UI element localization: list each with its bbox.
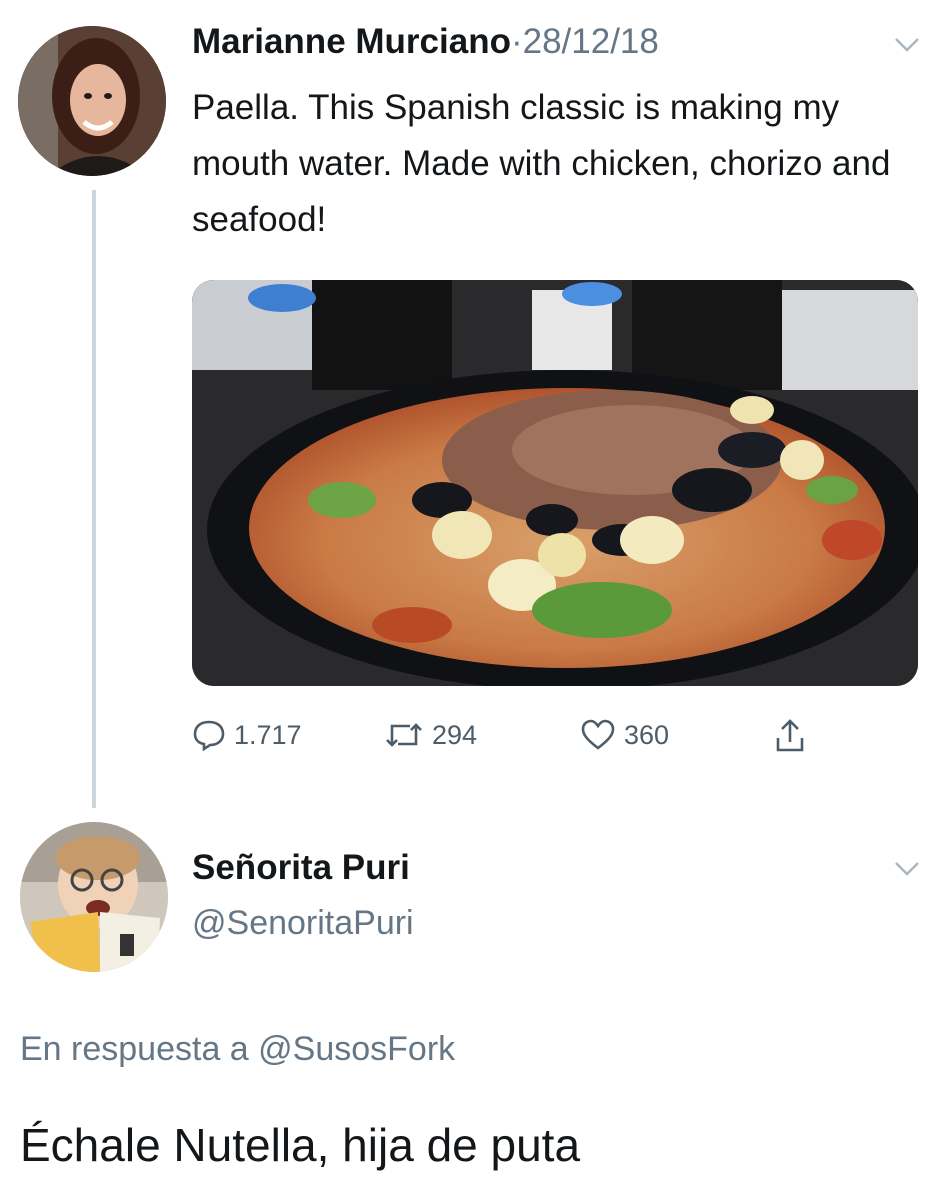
in-reply-to: En respuesta a @SusosFork	[20, 1030, 455, 1069]
chevron-down-icon[interactable]	[892, 30, 922, 62]
heart-icon	[580, 718, 616, 752]
reply-action[interactable]: 1.717	[192, 718, 302, 752]
tweet-date[interactable]: 28/12/18	[523, 22, 659, 61]
share-icon[interactable]	[774, 718, 806, 754]
author-name[interactable]: Marianne Murciano	[192, 22, 511, 61]
thread-connector-line	[92, 190, 96, 808]
reply-text: Échale Nutella, hija de puta	[20, 1119, 581, 1171]
in-reply-to-mention[interactable]: @SusosFork	[258, 1030, 455, 1068]
reply-author-handle[interactable]: @SenoritaPuri	[192, 904, 414, 943]
author-avatar[interactable]	[18, 26, 166, 176]
reply-author-avatar[interactable]	[20, 822, 168, 972]
tweet-actions: 1.717 294 360	[192, 718, 918, 768]
retweet-icon	[384, 718, 424, 752]
avatar-portrait	[18, 26, 166, 176]
like-count: 360	[624, 719, 670, 750]
tweet-text: Paella. This Spanish classic is making m…	[192, 88, 891, 239]
reply-icon	[192, 718, 226, 752]
reply-menu-chevron-down-icon[interactable]	[892, 854, 922, 886]
in-reply-to-label: En respuesta a	[20, 1030, 249, 1068]
like-action[interactable]: 360	[580, 718, 669, 752]
paella-image	[192, 280, 918, 686]
avatar-portrait	[20, 822, 168, 972]
header-separator: ·	[510, 22, 523, 61]
retweet-count: 294	[432, 719, 478, 750]
reply-author-name[interactable]: Señorita Puri	[192, 848, 410, 888]
reply-count: 1.717	[234, 719, 302, 750]
tweet-header: Marianne Murciano·28/12/18	[192, 22, 659, 62]
retweet-action[interactable]: 294	[384, 718, 477, 752]
tweet-photo-paella[interactable]	[192, 280, 918, 686]
